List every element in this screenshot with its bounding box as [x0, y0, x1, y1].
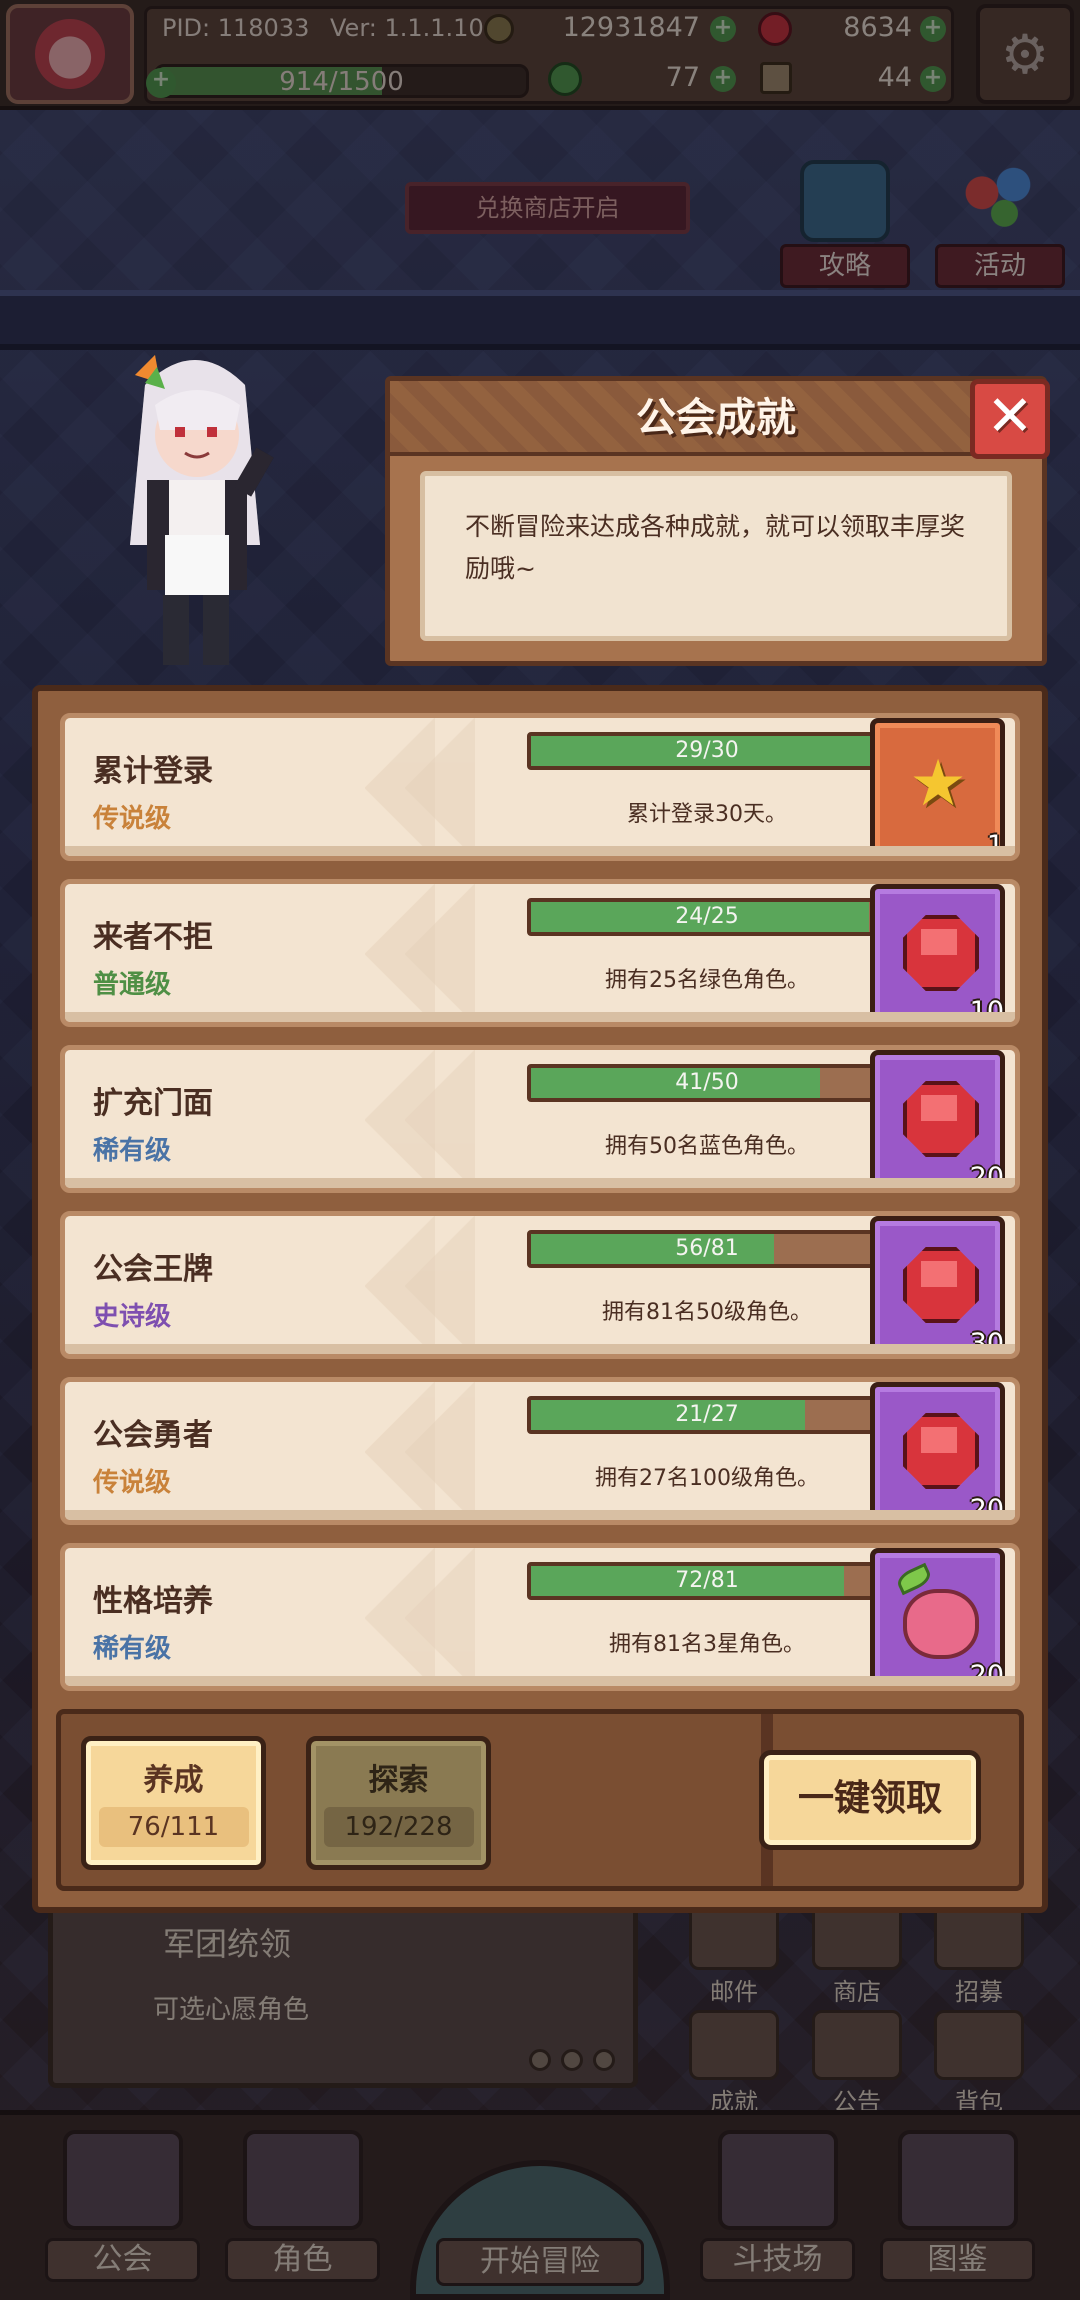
achievement-progress-bar: 72/81 — [527, 1562, 887, 1600]
achievement-name: 扩充门面 — [93, 1086, 213, 1121]
claim-all-button[interactable]: 一键领取 — [759, 1750, 981, 1850]
star-icon: ★ — [909, 747, 967, 821]
achievement-progress-text: 24/25 — [675, 904, 739, 929]
achievement-list[interactable]: 累计登录 传说级 29/30 累计登录30天。 ★ 1 来者不拒 普通级 24/… — [60, 713, 1020, 1709]
reward-slot[interactable]: 20 — [870, 1382, 1005, 1520]
achievement-tier: 传说级 — [93, 1468, 172, 1498]
dialog-title: 公会成就 — [636, 395, 796, 441]
achievement-row[interactable]: 来者不拒 普通级 24/25 拥有25名绿色角色。 10 — [60, 879, 1020, 1027]
achievement-progress-bar: 21/27 — [527, 1396, 887, 1434]
close-button[interactable]: ✕ — [970, 379, 1050, 459]
tab-exploration-label: 探索 — [368, 1763, 429, 1798]
reward-slot[interactable]: ★ 1 — [870, 718, 1005, 856]
red-gem-icon — [903, 1247, 979, 1323]
achievement-progress-bar: 24/25 — [527, 898, 887, 936]
achievement-row[interactable]: 扩充门面 稀有级 41/50 拥有50名蓝色角色。 20 — [60, 1045, 1020, 1193]
achievement-description: 拥有81名3星角色。 — [609, 1632, 805, 1657]
achievement-description: 拥有25名绿色角色。 — [605, 968, 809, 993]
achievement-description: 拥有50名蓝色角色。 — [605, 1134, 809, 1159]
achievement-tier: 普通级 — [93, 970, 172, 1000]
tab-exploration-count: 192/228 — [323, 1807, 474, 1847]
achievement-progress-text: 21/27 — [675, 1402, 739, 1427]
achievement-tier: 传说级 — [93, 804, 172, 834]
achievement-description: 拥有81名50级角色。 — [602, 1300, 812, 1325]
reward-count: 30 — [969, 1328, 1004, 1359]
chevron-decoration — [405, 1548, 475, 1686]
guild-achievement-header: 公会成就 ✕ 不断冒险来达成各种成就，就可以领取丰厚奖励哦~ — [385, 376, 1050, 666]
tab-cultivation-count: 76/111 — [98, 1807, 249, 1847]
achievement-progress-bar: 29/30 — [527, 732, 887, 770]
achievement-description: 累计登录30天。 — [627, 802, 787, 827]
achievement-row[interactable]: 公会勇者 传说级 21/27 拥有27名100级角色。 20 — [60, 1377, 1020, 1525]
reward-count: 10 — [969, 996, 1004, 1027]
achievement-progress-text: 29/30 — [675, 738, 739, 763]
achievement-tier: 稀有级 — [93, 1136, 172, 1166]
achievement-name: 累计登录 — [93, 754, 213, 789]
achievement-panel: 累计登录 传说级 29/30 累计登录30天。 ★ 1 来者不拒 普通级 24/… — [32, 685, 1048, 1913]
achievement-tier: 史诗级 — [93, 1302, 172, 1332]
tab-cultivation[interactable]: 养成 76/111 — [81, 1736, 266, 1870]
achievement-progress-bar: 56/81 — [527, 1230, 887, 1268]
reward-count: 1 — [986, 830, 1004, 861]
achievement-progress-bar: 41/50 — [527, 1064, 887, 1102]
guide-character — [130, 355, 274, 665]
reward-slot[interactable]: 20 — [870, 1050, 1005, 1188]
tab-cultivation-label: 养成 — [143, 1763, 204, 1798]
reward-slot[interactable]: 30 — [870, 1216, 1005, 1354]
red-gem-icon — [903, 915, 979, 991]
reward-slot[interactable]: 10 — [870, 884, 1005, 1022]
chevron-decoration — [405, 1382, 475, 1520]
chevron-decoration — [405, 1050, 475, 1188]
chevron-decoration — [405, 884, 475, 1022]
achievement-tier: 稀有级 — [93, 1634, 172, 1664]
chevron-decoration — [405, 718, 475, 856]
reward-count: 20 — [969, 1162, 1004, 1193]
achievement-description: 拥有27名100级角色。 — [595, 1466, 819, 1491]
achievement-name: 公会王牌 — [93, 1252, 213, 1287]
close-icon: ✕ — [986, 384, 1034, 449]
achievement-name: 性格培养 — [93, 1584, 213, 1619]
chevron-decoration — [405, 1216, 475, 1354]
achievement-progress-text: 56/81 — [675, 1236, 739, 1261]
achievement-name: 来者不拒 — [93, 920, 213, 955]
dialog-description: 不断冒险来达成各种成就，就可以领取丰厚奖励哦~ — [420, 471, 1012, 641]
achievement-progress-text: 72/81 — [675, 1568, 739, 1593]
achievement-name: 公会勇者 — [93, 1418, 213, 1453]
tab-exploration[interactable]: 探索 192/228 — [306, 1736, 491, 1870]
fruit-icon — [903, 1589, 979, 1659]
achievement-row[interactable]: 公会王牌 史诗级 56/81 拥有81名50级角色。 30 — [60, 1211, 1020, 1359]
reward-count: 20 — [969, 1660, 1004, 1691]
reward-slot[interactable]: 20 — [870, 1548, 1005, 1686]
achievement-row[interactable]: 累计登录 传说级 29/30 累计登录30天。 ★ 1 — [60, 713, 1020, 861]
reward-count: 20 — [969, 1494, 1004, 1525]
red-gem-icon — [903, 1413, 979, 1489]
achievement-row[interactable]: 性格培养 稀有级 72/81 拥有81名3星角色。 20 — [60, 1543, 1020, 1691]
panel-footer: 养成 76/111 探索 192/228 一键领取 — [56, 1709, 1024, 1891]
red-gem-icon — [903, 1081, 979, 1157]
achievement-progress-text: 41/50 — [675, 1070, 739, 1095]
